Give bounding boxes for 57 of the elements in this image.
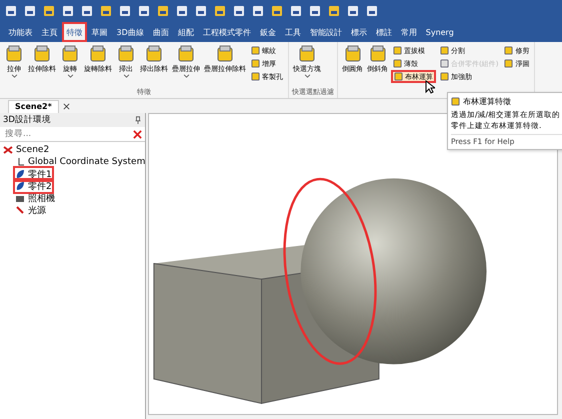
toolbar-icon[interactable]: [233, 5, 245, 17]
toolbar-icon[interactable]: [43, 5, 55, 17]
ribbon-tab[interactable]: 主頁: [37, 22, 62, 42]
toolbar-icon[interactable]: [157, 5, 169, 17]
ribbon-tab[interactable]: 功能表: [4, 22, 37, 42]
toolbar-icon[interactable]: [100, 5, 112, 17]
panel-title: 3D設計環境: [3, 114, 51, 126]
ribbon-tab[interactable]: 組配: [173, 22, 198, 42]
caret-icon: [182, 74, 190, 78]
ribbon-tab[interactable]: 常用: [396, 22, 422, 42]
document-tab[interactable]: Scene2*: [8, 100, 59, 112]
toolbar-icon[interactable]: [328, 5, 340, 17]
ribbon-tab[interactable]: 3D曲線: [112, 22, 148, 42]
close-icon[interactable]: [62, 102, 70, 110]
toolbar-icon[interactable]: [24, 5, 36, 17]
tree-item[interactable]: 零件1: [15, 168, 52, 180]
ribbon-tab[interactable]: Synerg: [421, 22, 458, 42]
ribbon-tab[interactable]: 工具: [280, 22, 306, 42]
toolbar-icon[interactable]: [290, 5, 302, 17]
toolbar-icon[interactable]: [119, 5, 131, 17]
tree-item[interactable]: 零件2: [15, 180, 52, 192]
cursor-icon: [425, 80, 435, 94]
toolbar-icon[interactable]: [176, 5, 188, 17]
toolbar-icon[interactable]: [5, 5, 17, 17]
ribbon-tab[interactable]: 標示: [346, 22, 372, 42]
toolbar-icon[interactable]: [81, 5, 93, 17]
scene-icon: [3, 145, 13, 155]
tree-item[interactable]: Global Coordinate System: [15, 156, 146, 168]
toolbar-icon[interactable]: [214, 5, 226, 17]
tree-item[interactable]: 光源: [15, 204, 46, 216]
ribbon-tab[interactable]: 標註: [371, 22, 396, 42]
caret-icon: [122, 74, 130, 78]
camera-icon: [15, 193, 25, 203]
tooltip-title: 布林運算特徵: [463, 96, 511, 107]
light-icon: [15, 205, 25, 215]
pin-icon[interactable]: [134, 116, 142, 124]
toolbar-icon[interactable]: [195, 5, 207, 17]
toolbar-icon[interactable]: [138, 5, 150, 17]
caret-icon: [304, 74, 310, 78]
ribbon-tab[interactable]: 曲面: [148, 22, 174, 42]
toolbar-icon[interactable]: [62, 5, 74, 17]
caret-icon: [10, 74, 18, 78]
toolbar-icon[interactable]: [347, 5, 359, 17]
ribbon-tab[interactable]: 草圖: [87, 22, 112, 42]
tree-item[interactable]: 照相機: [15, 192, 55, 204]
toolbar-icon[interactable]: [252, 5, 264, 17]
close-icon[interactable]: [133, 130, 142, 138]
ribbon-tab[interactable]: 工程模式零件: [198, 22, 256, 42]
toolbar-icon[interactable]: [309, 5, 321, 17]
toolbar-icon[interactable]: [271, 5, 283, 17]
toolbar-icon[interactable]: [366, 5, 378, 17]
tree-item[interactable]: Scene2: [3, 144, 50, 156]
caret-icon: [66, 74, 74, 78]
ribbon-tab[interactable]: 鈑金: [255, 22, 280, 42]
ribbon-tab[interactable]: 智能設計: [305, 22, 346, 42]
search-field[interactable]: 搜尋...: [3, 128, 130, 140]
ribbon-tab[interactable]: 特徵: [62, 22, 87, 42]
